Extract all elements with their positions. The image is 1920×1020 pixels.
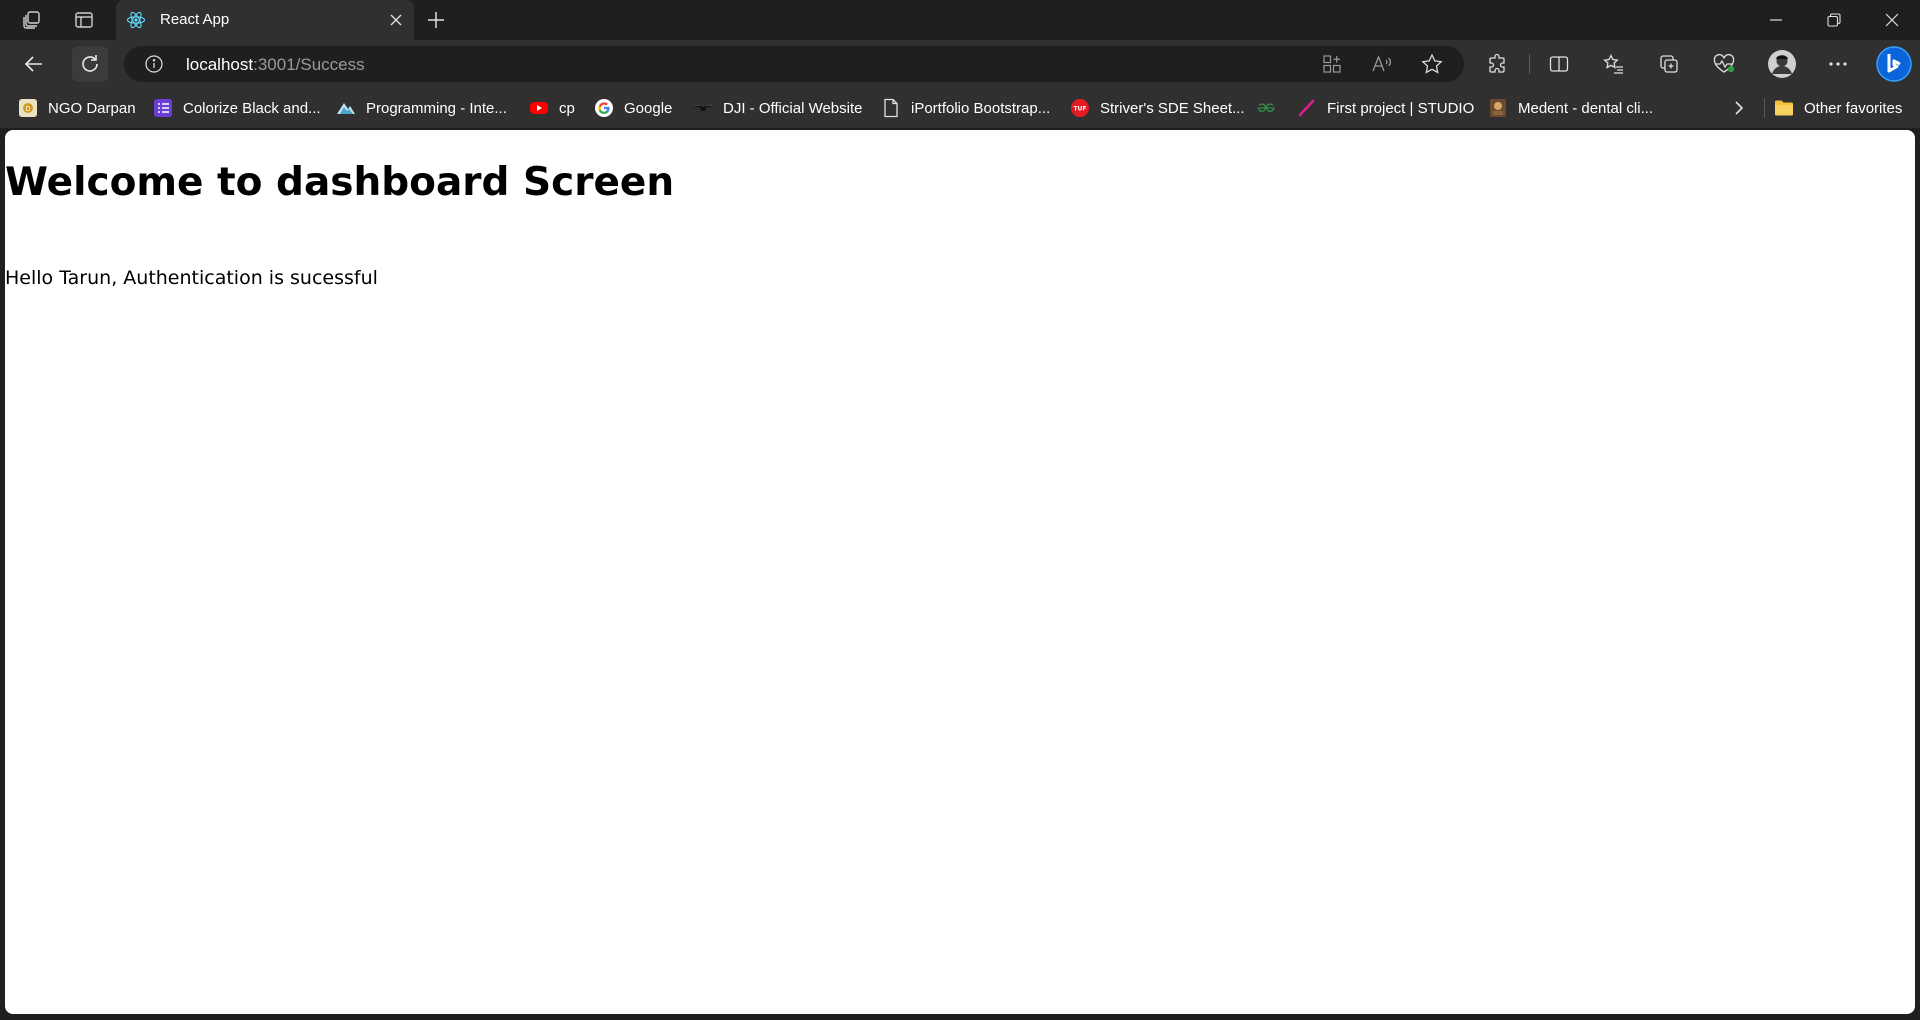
favorite-label: Google xyxy=(624,99,673,117)
back-button[interactable] xyxy=(16,46,52,82)
favorite-label: NGO Darpan xyxy=(48,99,136,117)
favorite-dji[interactable]: DJI - Official Website xyxy=(693,96,862,120)
gfg-icon xyxy=(1256,98,1276,118)
favorite-label: cp xyxy=(559,99,575,117)
auth-message: Hello Tarun, Authentication is sucessful xyxy=(5,267,378,289)
tab-title: React App xyxy=(160,11,230,28)
favorite-label: Striver's SDE Sheet... xyxy=(1100,99,1245,117)
close-tab-icon[interactable] xyxy=(388,12,404,28)
list-icon xyxy=(153,98,173,118)
favorites-bar: D NGO Darpan Colorize Black and... Progr… xyxy=(0,88,1920,128)
app-available-icon[interactable] xyxy=(1320,52,1344,76)
medent-icon xyxy=(1488,98,1508,118)
tab-react-app[interactable]: React App xyxy=(116,0,414,40)
reload-button[interactable] xyxy=(72,46,108,82)
tab-actions-icon[interactable] xyxy=(66,4,102,36)
svg-text:D: D xyxy=(25,105,30,113)
favorite-ngo-darpan[interactable]: D NGO Darpan xyxy=(18,96,136,120)
other-favorites-folder[interactable]: Other favorites xyxy=(1774,96,1902,120)
copilot-icon[interactable] xyxy=(1874,44,1914,84)
dji-drone-icon xyxy=(693,98,713,118)
favorite-iportfolio[interactable]: iPortfolio Bootstrap... xyxy=(881,96,1050,120)
page-title: Welcome to dashboard Screen xyxy=(5,160,675,205)
favorite-label: Programming - Inte... xyxy=(366,99,507,117)
browser-window: React App localhost:3001/Success D NGO D… xyxy=(0,0,1920,1020)
restore-button[interactable] xyxy=(1806,0,1862,40)
workspaces-icon[interactable] xyxy=(14,4,50,36)
favorites-divider xyxy=(1764,98,1765,118)
favorite-cp[interactable]: cp xyxy=(529,96,575,120)
favorite-medent[interactable]: Medent - dental cli... xyxy=(1488,96,1653,120)
favorite-label: Medent - dental cli... xyxy=(1518,99,1654,117)
pen-icon xyxy=(1297,98,1317,118)
toolbar-divider xyxy=(1529,54,1530,74)
favorite-label: DJI - Official Website xyxy=(723,99,863,117)
favorite-label: iPortfolio Bootstrap... xyxy=(911,99,1051,117)
page-viewport: Welcome to dashboard Screen Hello Tarun,… xyxy=(5,130,1915,1014)
google-icon xyxy=(594,98,614,118)
favorite-gfg[interactable] xyxy=(1256,96,1286,120)
address-bar[interactable]: localhost:3001/Success xyxy=(124,46,1464,82)
page-icon xyxy=(881,98,901,118)
tuf-icon: TUF xyxy=(1070,98,1090,118)
toolbar: localhost:3001/Success xyxy=(0,40,1920,88)
new-tab-button[interactable] xyxy=(420,4,452,36)
read-aloud-icon[interactable] xyxy=(1370,52,1394,76)
url-text[interactable]: localhost:3001/Success xyxy=(186,55,365,75)
collections-icon[interactable] xyxy=(1651,46,1687,82)
favorite-colorize[interactable]: Colorize Black and... xyxy=(153,96,321,120)
extensions-icon[interactable] xyxy=(1480,46,1516,82)
youtube-icon xyxy=(529,98,549,118)
more-options-icon[interactable] xyxy=(1820,46,1856,82)
favorite-first-project[interactable]: First project | STUDIO xyxy=(1297,96,1474,120)
react-icon xyxy=(126,10,146,30)
folder-icon xyxy=(1774,98,1794,118)
split-screen-icon[interactable] xyxy=(1541,46,1577,82)
url-path: :3001/Success xyxy=(253,55,365,74)
ngo-darpan-icon: D xyxy=(18,98,38,118)
url-host: localhost xyxy=(186,55,254,74)
favorite-striver[interactable]: TUF Striver's SDE Sheet... xyxy=(1070,96,1245,120)
favorite-star-icon[interactable] xyxy=(1420,52,1444,76)
more-favorites-chevron-icon[interactable] xyxy=(1726,96,1752,120)
close-window-button[interactable] xyxy=(1864,0,1920,40)
svg-text:TUF: TUF xyxy=(1073,106,1086,113)
tab-bar: React App xyxy=(0,0,1920,40)
other-favorites-label: Other favorites xyxy=(1804,99,1903,117)
favorite-label: Colorize Black and... xyxy=(183,99,321,117)
favorites-icon[interactable] xyxy=(1596,46,1632,82)
profile-avatar[interactable] xyxy=(1764,46,1800,82)
mountain-icon xyxy=(336,98,356,118)
browser-essentials-icon[interactable] xyxy=(1706,46,1742,82)
favorite-label: First project | STUDIO xyxy=(1327,99,1475,117)
minimize-button[interactable] xyxy=(1748,0,1804,40)
favorite-google[interactable]: Google xyxy=(594,96,672,120)
favorite-programming[interactable]: Programming - Inte... xyxy=(336,96,507,120)
site-info-icon[interactable] xyxy=(144,54,164,74)
